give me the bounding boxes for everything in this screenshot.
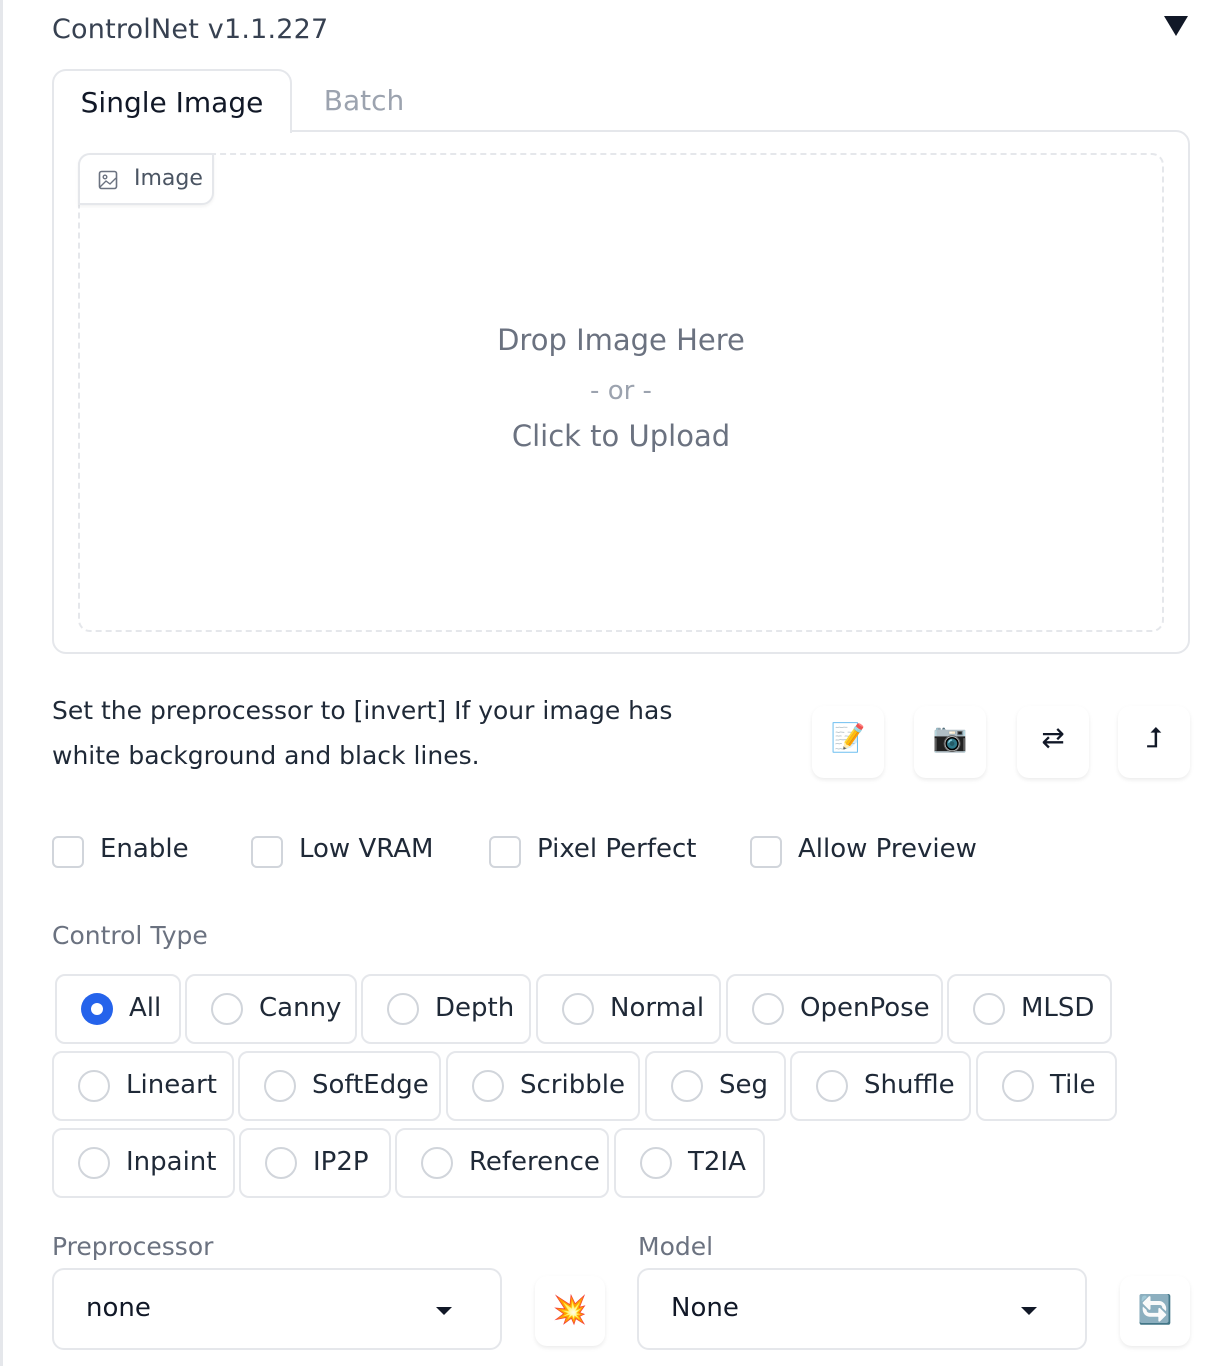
run-preprocessor-button[interactable]: 💥: [535, 1276, 605, 1346]
radio-option-lineart[interactable]: Lineart: [52, 1051, 234, 1121]
radio-button[interactable]: [421, 1147, 453, 1179]
tab-batch[interactable]: Batch: [292, 69, 436, 131]
drop-image-text: Drop Image Here: [497, 323, 745, 357]
checkbox-box[interactable]: [489, 836, 521, 868]
checkbox-box[interactable]: [750, 836, 782, 868]
radio-option-t2ia[interactable]: T2IA: [614, 1128, 765, 1198]
radio-button[interactable]: [265, 1147, 297, 1179]
panel-title: ControlNet v1.1.227: [52, 14, 329, 45]
send-dimensions-button[interactable]: ⮥: [1118, 706, 1190, 778]
edit-button[interactable]: 📝: [812, 706, 884, 778]
radio-label: Tile: [1050, 1070, 1096, 1100]
radio-button[interactable]: [1002, 1070, 1034, 1102]
click-upload-text: Click to Upload: [511, 419, 731, 453]
chevron-down-icon: [1021, 1307, 1037, 1315]
radio-button[interactable]: [78, 1147, 110, 1179]
radio-option-reference[interactable]: Reference: [395, 1128, 609, 1198]
radio-button[interactable]: [472, 1070, 504, 1102]
radio-option-all[interactable]: All: [55, 974, 181, 1044]
radio-label: Shuffle: [864, 1070, 955, 1100]
radio-label: Canny: [259, 993, 342, 1023]
radio-button[interactable]: [387, 993, 419, 1025]
radio-option-canny[interactable]: Canny: [185, 974, 357, 1044]
accordion-header[interactable]: ControlNet v1.1.227: [52, 10, 1192, 54]
radio-option-shuffle[interactable]: Shuffle: [790, 1051, 971, 1121]
radio-label: Depth: [435, 993, 515, 1023]
swap-arrows-icon: ⇄: [1041, 721, 1065, 754]
tab-join: [54, 128, 290, 134]
checkbox-box[interactable]: [251, 836, 283, 868]
radio-label: Scribble: [520, 1070, 625, 1100]
radio-button[interactable]: [816, 1070, 848, 1102]
radio-option-scribble[interactable]: Scribble: [446, 1051, 640, 1121]
preprocessor-value: none: [86, 1293, 151, 1323]
radio-option-softedge[interactable]: SoftEdge: [238, 1051, 441, 1121]
upload-arrow-icon: ⮥: [1145, 721, 1163, 754]
radio-button[interactable]: [81, 993, 113, 1025]
radio-option-seg[interactable]: Seg: [645, 1051, 786, 1121]
left-border: [0, 0, 3, 1366]
radio-label: T2IA: [688, 1147, 746, 1177]
radio-label: SoftEdge: [312, 1070, 429, 1100]
radio-button[interactable]: [640, 1147, 672, 1179]
camera-button[interactable]: 📷: [914, 706, 986, 778]
swap-button[interactable]: ⇄: [1017, 706, 1089, 778]
image-label-text: Image: [134, 166, 203, 191]
radio-button[interactable]: [671, 1070, 703, 1102]
preprocessor-dropdown[interactable]: none: [52, 1268, 502, 1350]
radio-label: Seg: [719, 1070, 769, 1100]
radio-button[interactable]: [752, 993, 784, 1025]
radio-button[interactable]: [973, 993, 1005, 1025]
radio-option-mlsd[interactable]: MLSD: [947, 974, 1112, 1044]
checkbox-label: Enable: [100, 834, 189, 864]
radio-option-openpose[interactable]: OpenPose: [726, 974, 943, 1044]
radio-option-normal[interactable]: Normal: [536, 974, 721, 1044]
radio-button[interactable]: [264, 1070, 296, 1102]
radio-label: OpenPose: [800, 993, 930, 1023]
model-value: None: [671, 1293, 739, 1323]
checkbox-label: Allow Preview: [798, 834, 977, 864]
radio-option-tile[interactable]: Tile: [976, 1051, 1117, 1121]
image-icon: [98, 170, 118, 190]
radio-option-ip2p[interactable]: IP2P: [239, 1128, 391, 1198]
collapse-triangle-icon[interactable]: [1164, 16, 1188, 36]
radio-label: MLSD: [1021, 993, 1095, 1023]
radio-label: Reference: [469, 1147, 600, 1177]
memo-pencil-icon: 📝: [830, 721, 866, 754]
preprocessor-label: Preprocessor: [52, 1232, 214, 1261]
radio-button[interactable]: [562, 993, 594, 1025]
checkbox-label: Pixel Perfect: [537, 834, 697, 864]
radio-option-inpaint[interactable]: Inpaint: [52, 1128, 235, 1198]
checkbox-label: Low VRAM: [299, 834, 434, 864]
checkbox-box[interactable]: [52, 836, 84, 868]
control-type-label: Control Type: [52, 921, 208, 950]
radio-label: Normal: [610, 993, 705, 1023]
model-dropdown[interactable]: None: [637, 1268, 1087, 1350]
refresh-models-button[interactable]: 🔄: [1120, 1276, 1190, 1346]
radio-label: Lineart: [126, 1070, 217, 1100]
chevron-down-icon: [436, 1307, 452, 1315]
refresh-icon: 🔄: [1137, 1293, 1173, 1326]
model-label: Model: [638, 1232, 714, 1261]
radio-button[interactable]: [211, 993, 243, 1025]
radio-option-depth[interactable]: Depth: [361, 974, 531, 1044]
radio-label: All: [129, 993, 162, 1023]
camera-icon: 📷: [932, 721, 968, 754]
or-text: - or -: [590, 376, 652, 406]
image-block-label: Image: [78, 153, 214, 205]
radio-button[interactable]: [78, 1070, 110, 1102]
tab-single-image[interactable]: Single Image: [52, 69, 292, 133]
collision-icon: 💥: [552, 1293, 588, 1326]
preprocessor-hint: Set the preprocessor to [invert] If your…: [52, 696, 673, 770]
radio-label: IP2P: [313, 1147, 369, 1177]
radio-label: Inpaint: [126, 1147, 217, 1177]
